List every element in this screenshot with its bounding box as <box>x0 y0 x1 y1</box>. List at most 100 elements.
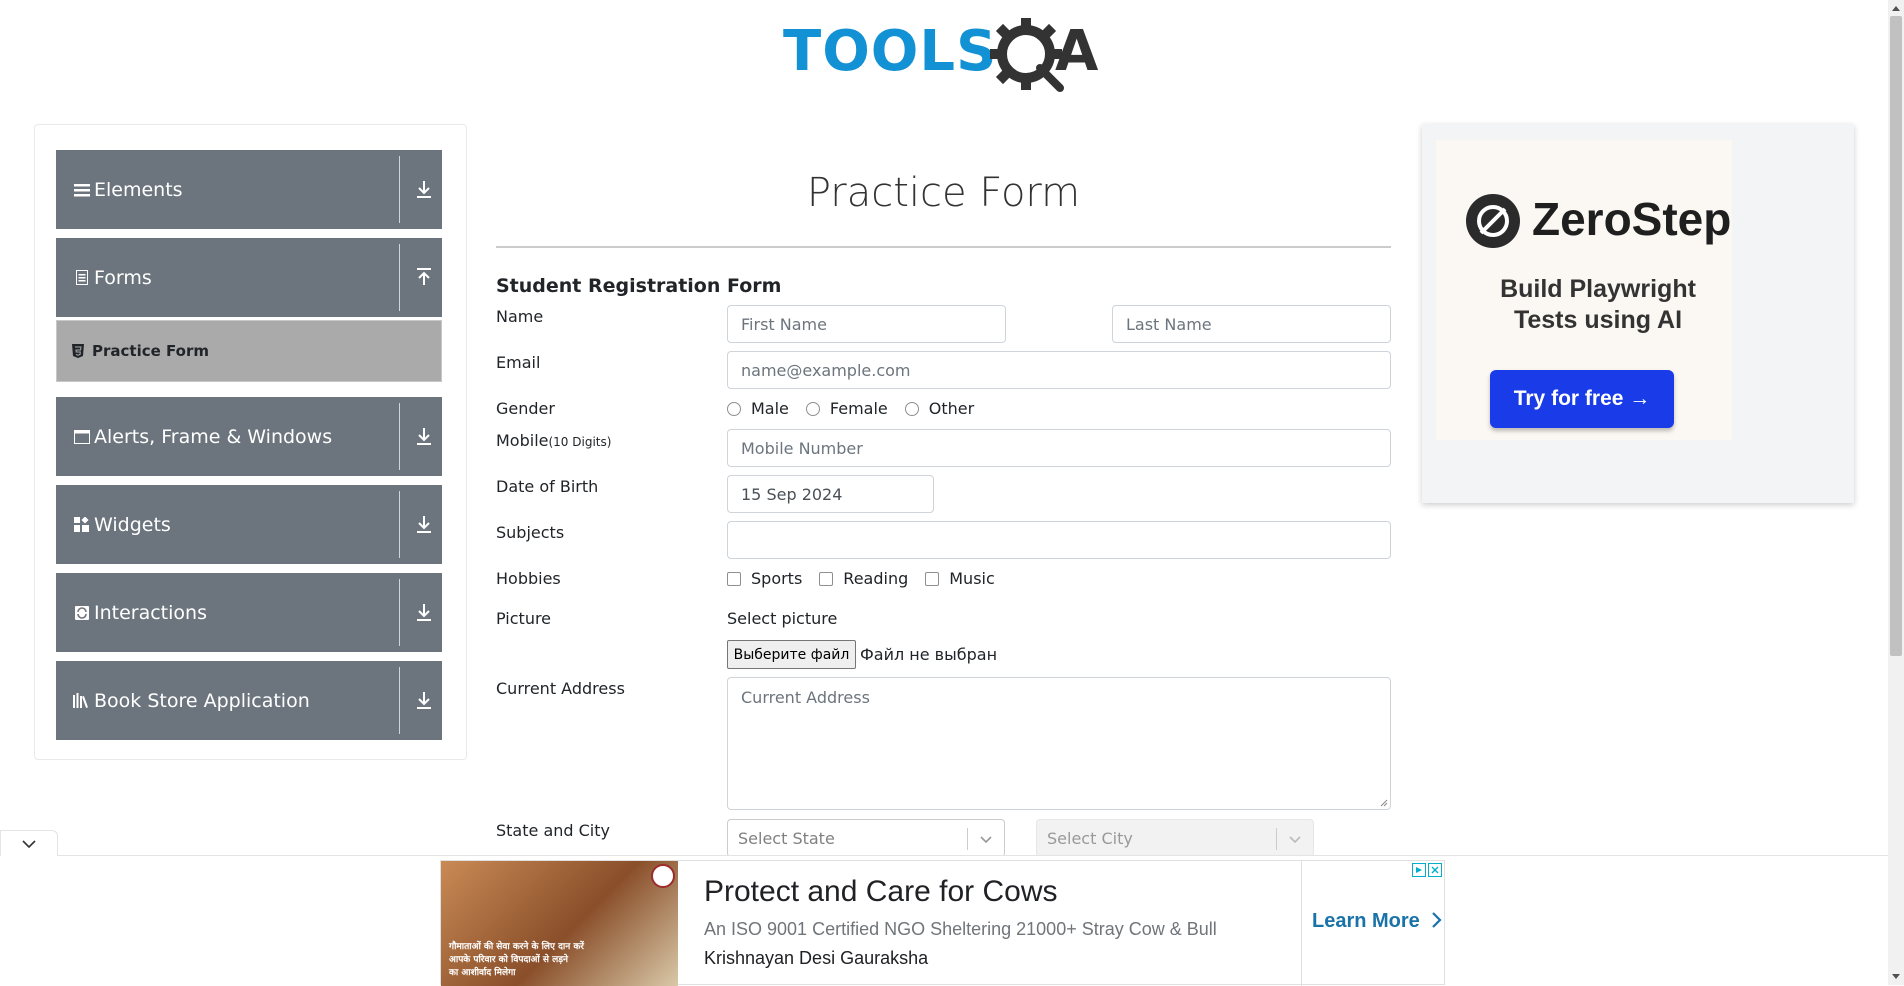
radio-circle[interactable] <box>805 401 820 416</box>
sidebar-group-interactions[interactable]: Interactions <box>56 573 442 652</box>
current-address-textarea[interactable]: Current Address <box>727 677 1391 810</box>
hobbies-checkbox-group: Sports Reading Music <box>727 569 1012 588</box>
picture-label: Picture <box>496 609 552 628</box>
checkbox[interactable] <box>819 571 834 586</box>
select-divider <box>967 828 968 850</box>
date-of-birth-input[interactable]: 15 Sep 2024 <box>727 475 934 513</box>
mobile-label: Mobile(10 Digits) <box>496 431 611 450</box>
city-select[interactable]: Select City <box>1036 819 1314 857</box>
sidebar-group-label: Alerts, Frame & Windows <box>94 425 333 448</box>
sidebar-group-label: Book Store Application <box>94 689 310 712</box>
learn-more-button[interactable]: Learn More <box>1312 910 1443 933</box>
sidebar-group-widgets[interactable]: Widgets <box>56 485 442 564</box>
sidebar-item-practice-form[interactable]: Practice Form <box>56 320 442 382</box>
download-arrow-icon[interactable] <box>414 601 434 623</box>
divider <box>399 244 400 311</box>
radio-label: Other <box>928 399 975 418</box>
name-label: Name <box>496 307 544 326</box>
sidebar-group-label: Widgets <box>94 513 171 536</box>
gender-radio-other[interactable]: Other <box>904 399 975 418</box>
html-icon <box>72 344 84 358</box>
current-address-label: Current Address <box>496 679 625 698</box>
upload-arrow-icon[interactable] <box>414 266 434 288</box>
chevron-down-icon[interactable] <box>1287 831 1303 847</box>
ad-image-text: गौमाताओं की सेवा करने के लिए दान करें आप… <box>449 941 584 980</box>
ad-source: Krishnayan Desi Gauraksha <box>704 948 929 968</box>
radio-circle[interactable] <box>727 401 741 416</box>
resize-handle-icon[interactable] <box>1380 799 1388 807</box>
adchoices-icon[interactable] <box>1412 863 1426 877</box>
download-arrow-icon[interactable] <box>414 513 434 535</box>
state-placeholder: Select State <box>738 828 835 848</box>
try-for-free-button[interactable]: Try for free → <box>1490 370 1674 428</box>
checkbox[interactable] <box>727 571 741 586</box>
ad-brand: ZeroStep <box>1532 193 1732 245</box>
mobile-label-text: Mobile <box>496 431 549 450</box>
divider <box>399 491 400 558</box>
ad-tagline-line1: Build Playwright <box>1500 275 1696 303</box>
gender-radio-male[interactable]: Male <box>727 399 789 418</box>
ad-divider <box>1301 861 1302 986</box>
mobile-input[interactable]: Mobile Number <box>727 429 1391 467</box>
logo-text: TOOLS <box>783 19 998 84</box>
sidebar-group-elements[interactable]: Elements <box>56 150 442 229</box>
cow-care-ad[interactable]: गौमाताओं की सेवा करने के लिए दान करें आप… <box>440 860 1445 986</box>
email-placeholder: name@example.com <box>741 360 911 380</box>
ad-tagline: Build Playwright Tests using AI <box>1450 274 1746 336</box>
collapse-ad-button[interactable] <box>0 830 58 856</box>
last-name-input[interactable]: Last Name <box>1112 305 1391 343</box>
ad-card: ZeroStep Build Playwright Tests using AI… <box>1436 140 1732 440</box>
ad-tagline-line2: Tests using AI <box>1513 306 1683 334</box>
toolsqa-logo[interactable]: TOOLS A <box>783 16 1108 92</box>
email-input[interactable]: name@example.com <box>727 351 1391 389</box>
ad-controls <box>1412 863 1442 877</box>
window-icon <box>73 428 90 445</box>
ad-image-text-line3: का आशीर्वाद मिलेगा <box>449 968 516 978</box>
sidebar-group-book-store[interactable]: Book Store Application <box>56 661 442 740</box>
checkbox[interactable] <box>925 571 940 586</box>
divider <box>399 156 400 223</box>
gender-radio-female[interactable]: Female <box>805 399 888 418</box>
subjects-label: Subjects <box>496 523 565 542</box>
download-arrow-icon[interactable] <box>414 689 434 711</box>
ad-headline[interactable]: Protect and Care for Cows <box>704 875 1057 909</box>
hobby-checkbox-reading[interactable]: Reading <box>819 569 908 588</box>
scroll-down-icon[interactable] <box>1888 969 1904 985</box>
first-name-input[interactable]: First Name <box>727 305 1006 343</box>
mobile-placeholder: Mobile Number <box>741 438 863 458</box>
sidebar-group-label: Forms <box>94 266 152 289</box>
download-arrow-icon[interactable] <box>414 425 434 447</box>
radio-label: Female <box>829 399 888 418</box>
radio-circle[interactable] <box>904 401 919 416</box>
sidebar-group-alerts[interactable]: Alerts, Frame & Windows <box>56 397 442 476</box>
file-status: Файл не выбран <box>860 645 998 664</box>
form-section-title: Student Registration Form <box>496 275 782 297</box>
chevron-right-icon <box>1432 912 1442 928</box>
widgets-icon <box>73 516 90 533</box>
last-name-placeholder: Last Name <box>1126 314 1212 334</box>
select-divider <box>1276 828 1277 850</box>
hobby-checkbox-music[interactable]: Music <box>925 569 995 588</box>
vertical-scrollbar[interactable] <box>1888 0 1904 985</box>
zerostep-ad[interactable]: ZeroStep Build Playwright Tests using AI… <box>1422 124 1854 503</box>
list-icon <box>73 181 90 198</box>
subjects-input[interactable] <box>727 521 1391 559</box>
download-arrow-icon[interactable] <box>414 178 434 200</box>
scroll-up-icon[interactable] <box>1888 0 1904 16</box>
ad-image: गौमाताओं की सेवा करने के लिए दान करें आप… <box>441 861 678 986</box>
hobbies-label: Hobbies <box>496 569 561 588</box>
close-ad-icon[interactable] <box>1428 863 1442 877</box>
sidebar: Elements Forms Practice Form Alerts, Fra… <box>34 124 467 760</box>
scrollbar-thumb[interactable] <box>1890 16 1902 656</box>
book-icon <box>73 692 90 709</box>
choose-file-button[interactable]: Выберите файл <box>727 640 856 669</box>
checkbox-label: Sports <box>751 569 803 588</box>
ad-image-text-line1: गौमाताओं की सेवा करने के लिए दान करें <box>449 942 584 952</box>
gender-radio-group: Male Female Other <box>727 399 991 418</box>
email-label: Email <box>496 353 541 372</box>
sidebar-group-label: Interactions <box>94 601 207 624</box>
state-select[interactable]: Select State <box>727 819 1005 857</box>
hobby-checkbox-sports[interactable]: Sports <box>727 569 802 588</box>
chevron-down-icon[interactable] <box>978 831 994 847</box>
sidebar-group-forms[interactable]: Forms <box>56 238 442 317</box>
